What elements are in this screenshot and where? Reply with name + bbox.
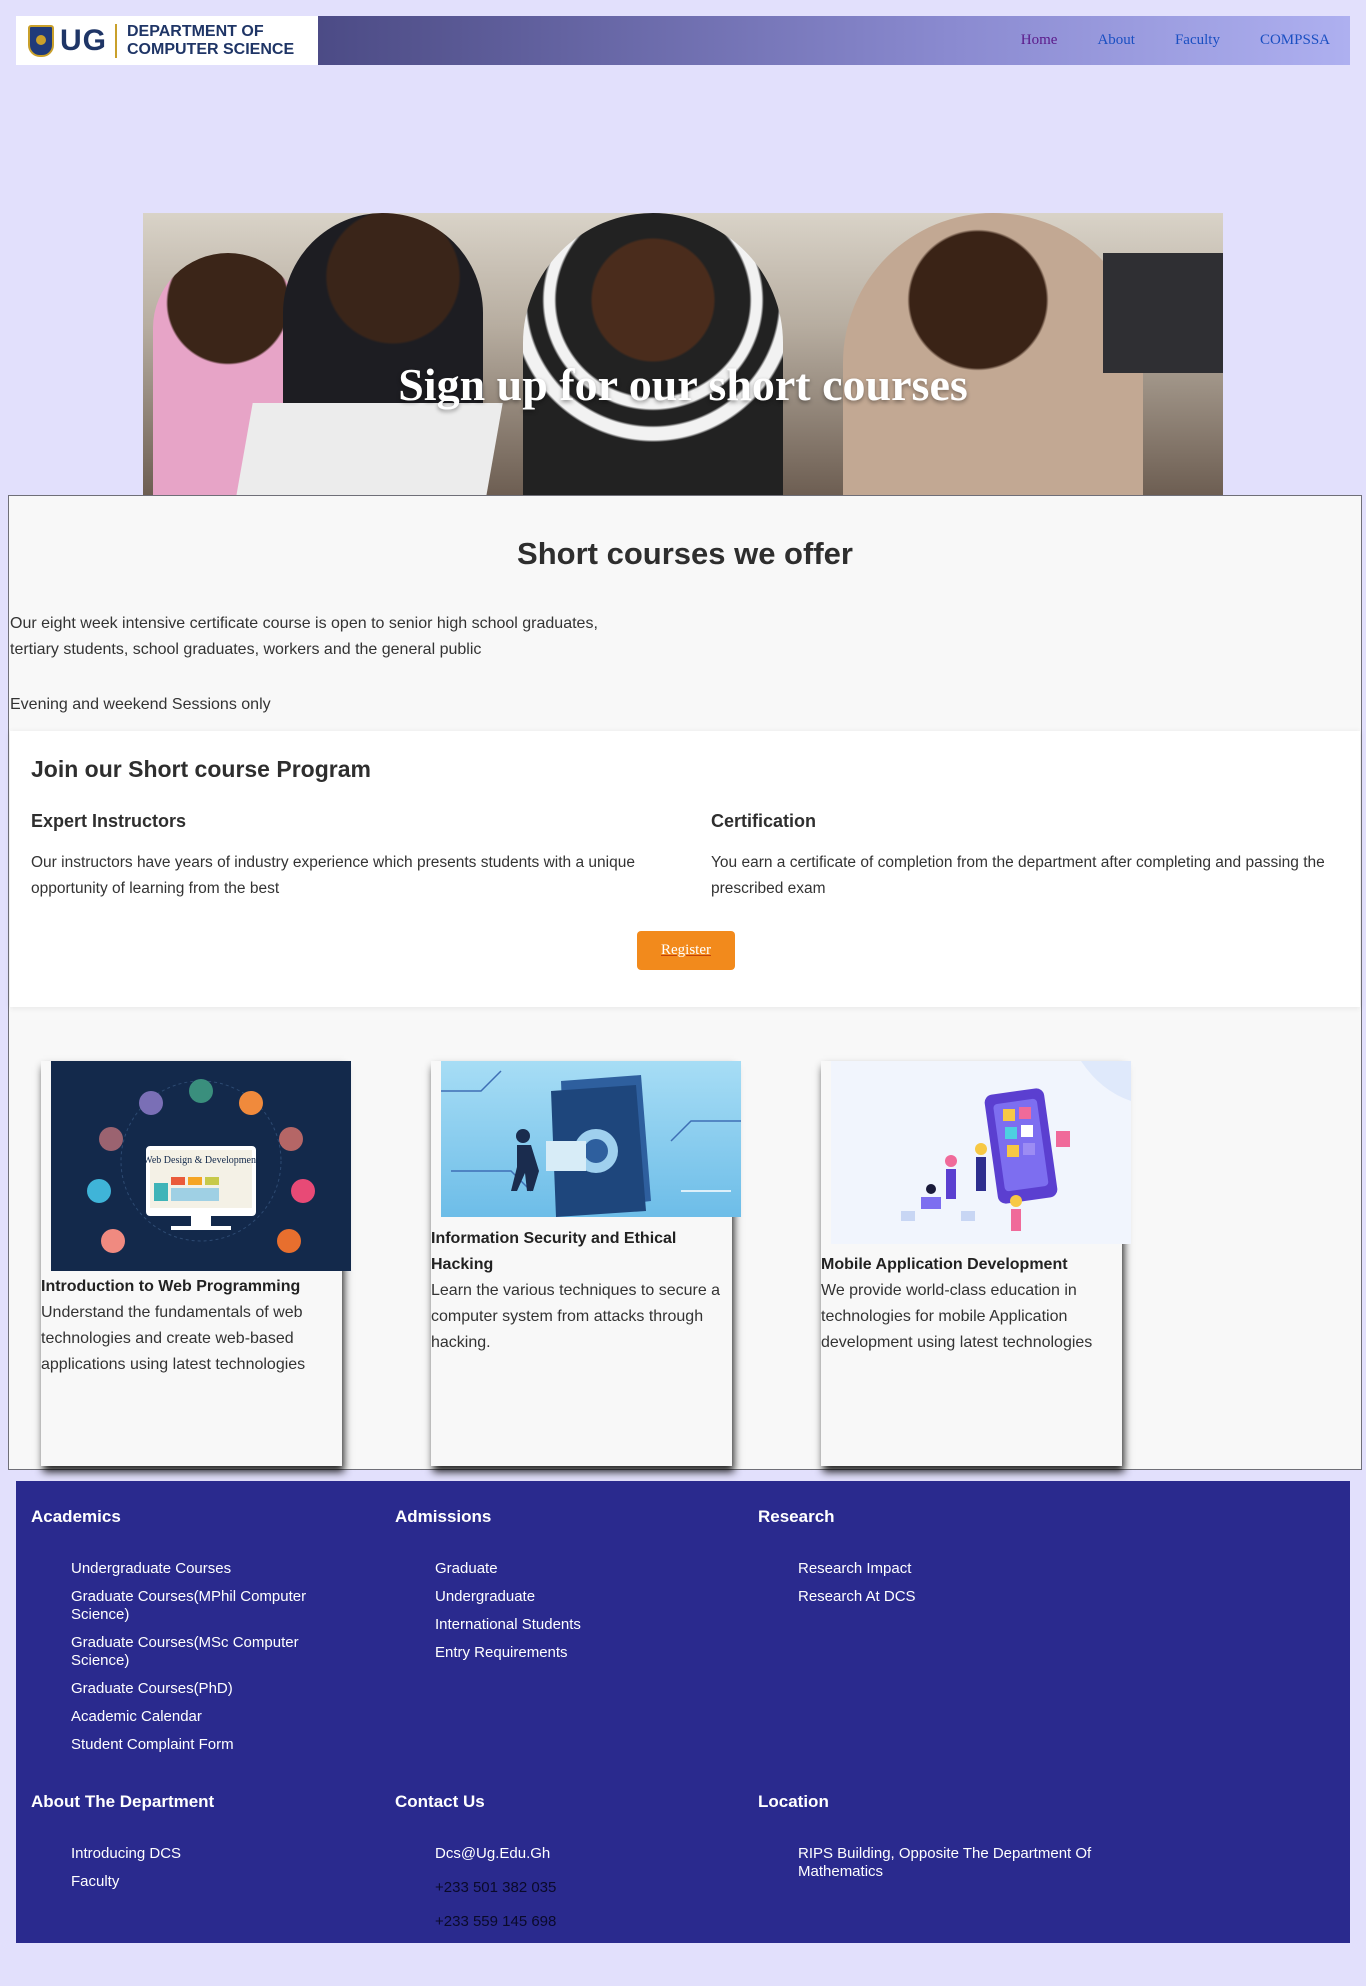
instructors-title: Expert Instructors	[31, 811, 187, 831]
course-description: We provide world-class education in tech…	[821, 1282, 1093, 1351]
intro-line-2: tertiary students, school graduates, wor…	[10, 641, 482, 658]
footer-link[interactable]: Graduate Courses(MSc Computer Science)	[71, 1634, 299, 1669]
footer-heading: Contact Us	[395, 1792, 485, 1811]
instructors-text: Our instructors have years of industry e…	[31, 854, 635, 897]
footer-heading: Location	[758, 1792, 829, 1811]
course-description: Understand the fundamentals of web techn…	[41, 1304, 306, 1373]
courses-section: Short courses we offer Our eight week in…	[8, 495, 1362, 1470]
logo-line-2: COMPUTER SCIENCE	[127, 40, 295, 58]
course-title: Introduction to Web Programming	[41, 1278, 301, 1295]
join-heading: Join our Short course Program	[31, 756, 371, 782]
footer-heading: Admissions	[395, 1507, 492, 1526]
contact-email[interactable]: Dcs@Ug.Edu.Gh	[435, 1845, 550, 1862]
logo-divider	[115, 23, 117, 58]
footer-research: Research Research Impact Research At DCS	[758, 1507, 1088, 1616]
nav-faculty[interactable]: Faculty	[1175, 32, 1220, 49]
footer-link[interactable]: International Students	[435, 1616, 581, 1633]
certification-text: You earn a certificate of completion fro…	[711, 854, 1325, 897]
web-image-text: Web Design & Development	[143, 1155, 259, 1166]
section-heading: Short courses we offer	[517, 536, 853, 571]
footer-contact: Contact Us Dcs@Ug.Edu.Gh +233 501 382 03…	[395, 1792, 725, 1947]
course-title: Mobile Application Development	[821, 1256, 1068, 1273]
main-nav: Home About Faculty COMPSSA	[1021, 16, 1330, 65]
intro-text: Our eight week intensive certificate cou…	[10, 611, 598, 663]
contact-phone-1[interactable]: +233 501 382 035	[435, 1879, 725, 1897]
footer-link[interactable]: Graduate Courses(MPhil Computer Science)	[71, 1588, 306, 1623]
footer-link[interactable]: Entry Requirements	[435, 1644, 568, 1661]
hero-equipment	[1103, 253, 1223, 373]
security-illustration	[441, 1061, 741, 1217]
hero-laptop	[233, 403, 503, 495]
footer-link[interactable]: Undergraduate Courses	[71, 1560, 231, 1577]
site-header: UG DEPARTMENT OF COMPUTER SCIENCE Home A…	[16, 16, 1350, 65]
intro-line-1: Our eight week intensive certificate cou…	[10, 615, 598, 632]
logo-mark: UG	[60, 23, 107, 57]
instructors-column: Expert Instructors Our instructors have …	[31, 811, 661, 902]
footer-link[interactable]: Graduate Courses(PhD)	[71, 1680, 233, 1697]
course-card-mobile[interactable]: Mobile Application Development We provid…	[821, 1061, 1131, 1466]
location-address: RIPS Building, Opposite The Department O…	[798, 1845, 1092, 1880]
ug-logo[interactable]: UG DEPARTMENT OF COMPUTER SCIENCE	[16, 16, 318, 65]
join-program-panel: Join our Short course Program Expert Ins…	[10, 731, 1360, 1007]
register-button[interactable]: Register	[637, 931, 735, 970]
footer-admissions: Admissions Graduate Undergraduate Intern…	[395, 1507, 725, 1672]
footer-heading: Research	[758, 1507, 835, 1526]
footer-link[interactable]: Undergraduate	[435, 1588, 535, 1605]
site-footer: Academics Undergraduate Courses Graduate…	[16, 1481, 1350, 1943]
hero-title: Sign up for our short courses	[398, 359, 968, 410]
footer-heading: About The Department	[31, 1792, 215, 1811]
nav-compssa[interactable]: COMPSSA	[1260, 32, 1330, 49]
mobile-app-illustration	[831, 1061, 1131, 1244]
contact-phone-2[interactable]: +233 559 145 698	[435, 1913, 725, 1931]
logo-line-1: DEPARTMENT OF	[127, 22, 264, 40]
mobile-card-text: Mobile Application Development We provid…	[821, 1252, 1116, 1356]
footer-about: About The Department Introducing DCS Fac…	[31, 1792, 361, 1901]
nav-home[interactable]: Home	[1021, 32, 1058, 49]
web-card-text: Introduction to Web Programming Understa…	[41, 1274, 336, 1378]
footer-location: Location RIPS Building, Opposite The Dep…	[758, 1792, 1098, 1891]
nav-about[interactable]: About	[1097, 32, 1135, 49]
ug-crest-icon	[28, 24, 54, 57]
course-card-security[interactable]: Information Security and Ethical Hacking…	[431, 1061, 741, 1466]
web-design-illustration: Web Design & Development	[51, 1061, 351, 1271]
footer-link[interactable]: Academic Calendar	[71, 1708, 202, 1725]
footer-link[interactable]: Faculty	[71, 1873, 119, 1890]
footer-link[interactable]: Student Complaint Form	[71, 1736, 234, 1753]
footer-link[interactable]: Graduate	[435, 1560, 498, 1577]
course-title: Information Security and Ethical Hacking	[431, 1230, 677, 1273]
course-card-web[interactable]: Web Design & Development Introduction to…	[41, 1061, 351, 1466]
footer-academics: Academics Undergraduate Courses Graduate…	[31, 1507, 361, 1764]
hero-student-3	[523, 213, 783, 495]
certification-column: Certification You earn a certificate of …	[711, 811, 1341, 902]
sessions-note: Evening and weekend Sessions only	[10, 696, 271, 713]
footer-link[interactable]: Research At DCS	[798, 1588, 916, 1605]
footer-link[interactable]: Research Impact	[798, 1560, 911, 1577]
hero-banner: Sign up for our short courses	[143, 213, 1223, 495]
course-description: Learn the various techniques to secure a…	[431, 1282, 721, 1351]
security-card-text: Information Security and Ethical Hacking…	[431, 1226, 726, 1356]
hero-student-4	[843, 213, 1143, 495]
certification-title: Certification	[711, 811, 817, 831]
logo-text: DEPARTMENT OF COMPUTER SCIENCE	[127, 23, 294, 59]
footer-link[interactable]: Introducing DCS	[71, 1845, 181, 1862]
footer-heading: Academics	[31, 1507, 121, 1526]
